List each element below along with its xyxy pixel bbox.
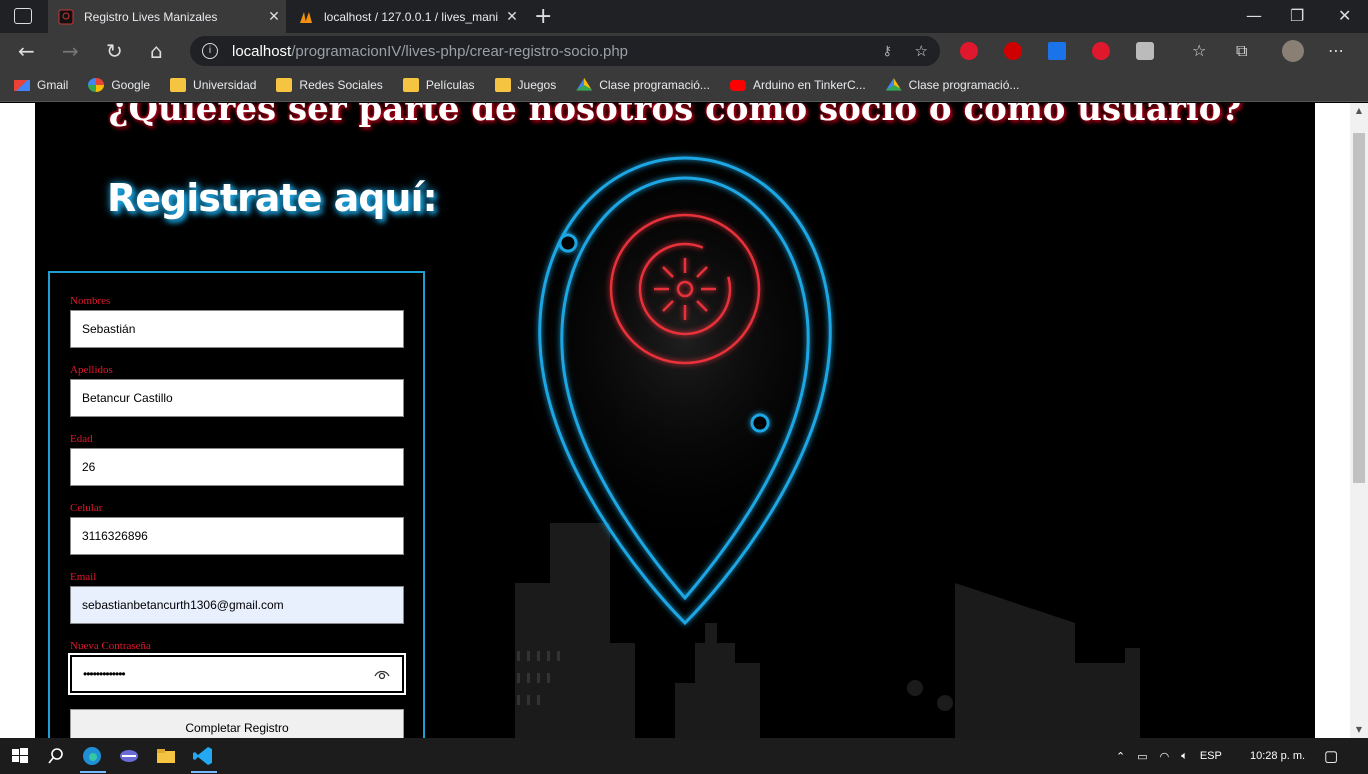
collections-icon[interactable]: ⧉ — [1236, 39, 1247, 63]
apellidos-label: Apellidos — [70, 364, 113, 376]
favorite-star-icon[interactable]: ☆ — [915, 42, 928, 60]
bookmark-extension-icon[interactable] — [1048, 42, 1066, 60]
favorites-icon[interactable]: ☆ — [1192, 39, 1206, 63]
address-bar[interactable]: i localhost/programacionIV/lives-php/cre… — [190, 36, 940, 66]
bookmark-gmail[interactable]: Gmail — [14, 78, 68, 92]
show-password-icon[interactable] — [374, 668, 390, 682]
tab-actions-icon[interactable] — [14, 8, 32, 24]
email-label: Email — [70, 571, 97, 583]
minimize-icon[interactable]: — — [1246, 6, 1262, 25]
avatar[interactable] — [1282, 40, 1304, 62]
url-host: localhost — [232, 42, 292, 60]
reload-icon[interactable]: ↻ — [106, 39, 123, 63]
windows-taskbar: ⌃ ▭ ◠ 🔈︎ ESP 10:28 p. m. ▢ — [0, 738, 1368, 774]
youtube-icon — [729, 79, 746, 91]
edge-icon[interactable] — [80, 744, 104, 768]
bookmark-arduino[interactable]: Arduino en TinkerC... — [729, 78, 866, 92]
submit-button[interactable]: Completar Registro — [70, 709, 404, 738]
registration-form: Nombres Sebastián Apellidos Betancur Cas… — [48, 271, 425, 738]
language-indicator[interactable]: ESP — [1200, 750, 1222, 762]
edad-field[interactable]: 26 — [70, 448, 404, 486]
nombres-label: Nombres — [70, 295, 111, 307]
drive-icon — [885, 78, 902, 91]
bookmarks-bar: Gmail Google Universidad Redes Sociales … — [0, 69, 1368, 102]
celular-field[interactable]: 3116326896 — [70, 517, 404, 555]
folder-icon — [494, 78, 511, 92]
page-headline: ¿Quieres ser parte de nosotros como soci… — [108, 103, 1242, 129]
page-viewport: ¿Quieres ser parte de nosotros como soci… — [0, 103, 1368, 738]
vscode-icon[interactable] — [191, 744, 215, 768]
password-value: ••••••••••••• — [83, 667, 126, 681]
registration-stage: ¿Quieres ser parte de nosotros como soci… — [35, 103, 1315, 738]
back-icon[interactable]: ← — [18, 39, 35, 63]
url-path: /programacionIV/lives-php/crear-registro… — [291, 42, 629, 60]
bookmark-clase-programacion-2[interactable]: Clase programació... — [885, 78, 1019, 92]
vertical-scrollbar[interactable]: ▲ ▼ — [1350, 103, 1368, 738]
extension-gray-icon[interactable] — [1136, 42, 1154, 60]
nombres-field[interactable]: Sebastián — [70, 310, 404, 348]
bookmark-universidad[interactable]: Universidad — [170, 78, 256, 92]
info-icon[interactable]: i — [202, 43, 218, 59]
extension-shield-icon[interactable] — [960, 42, 978, 60]
adblock-icon[interactable] — [1092, 42, 1110, 60]
windows-start-icon[interactable] — [8, 744, 32, 768]
key-icon[interactable]: ⚷ — [882, 43, 892, 59]
chevron-up-icon[interactable]: ⌃ — [1116, 750, 1125, 763]
new-tab-icon[interactable]: + — [534, 4, 552, 29]
close-icon[interactable]: ✕ — [500, 8, 524, 25]
neon-location-illustration — [495, 143, 1140, 738]
tab-title: localhost / 127.0.0.1 / lives_mani — [324, 9, 499, 24]
wifi-icon[interactable]: ◠ — [1160, 750, 1170, 763]
volume-icon[interactable]: 🔈︎ — [1181, 750, 1188, 763]
gmail-icon — [14, 79, 30, 91]
close-window-icon[interactable]: ✕ — [1338, 6, 1351, 25]
forward-icon[interactable]: → — [62, 39, 79, 63]
bookmark-clase-programacion-1[interactable]: Clase programació... — [576, 78, 710, 92]
scroll-up-icon[interactable]: ▲ — [1354, 106, 1364, 115]
edad-label: Edad — [70, 433, 93, 445]
google-icon — [88, 78, 105, 92]
email-field[interactable]: sebastianbetancurth1306@gmail.com — [70, 586, 404, 624]
password-field[interactable]: ••••••••••••• — [68, 653, 406, 695]
home-icon[interactable]: ⌂ — [150, 39, 163, 63]
scroll-down-icon[interactable]: ▼ — [1354, 725, 1364, 734]
bookmark-google[interactable]: Google — [88, 78, 150, 92]
maximize-icon[interactable]: ❐ — [1290, 6, 1304, 25]
celular-label: Celular — [70, 502, 103, 514]
file-explorer-icon[interactable] — [154, 744, 178, 768]
phpmyadmin-icon — [298, 9, 314, 25]
battery-icon[interactable]: ▭ — [1137, 750, 1147, 763]
extension-red-icon[interactable] — [1004, 42, 1022, 60]
browser-navbar: ← → ↻ ⌂ i localhost/programacionIV/lives… — [0, 33, 1368, 69]
clock[interactable]: 10:28 p. m. — [1250, 750, 1305, 762]
bookmark-redes-sociales[interactable]: Redes Sociales — [276, 78, 383, 92]
bookmark-peliculas[interactable]: Películas — [402, 78, 475, 92]
folder-icon — [402, 78, 419, 92]
more-menu-icon[interactable]: ⋯ — [1328, 39, 1344, 63]
tab-title: Registro Lives Manizales — [84, 9, 218, 24]
site-favicon-icon — [58, 9, 74, 25]
scrollbar-thumb[interactable] — [1353, 133, 1365, 483]
page-subhead: Registrate aquí: — [107, 176, 438, 220]
close-icon[interactable]: ✕ — [262, 8, 286, 25]
app-icon[interactable] — [117, 744, 141, 768]
notifications-icon[interactable]: ▢ — [1324, 747, 1338, 765]
folder-icon — [170, 78, 187, 92]
folder-icon — [276, 78, 293, 92]
bookmark-juegos[interactable]: Juegos — [494, 78, 556, 92]
search-icon[interactable] — [44, 744, 68, 768]
browser-tabbar: Registro Lives Manizales ✕ localhost / 1… — [0, 0, 1368, 33]
password-label: Nueva Contraseña — [70, 640, 151, 652]
tab-registro[interactable]: Registro Lives Manizales ✕ — [48, 0, 286, 33]
drive-icon — [576, 78, 593, 91]
apellidos-field[interactable]: Betancur Castillo — [70, 379, 404, 417]
tab-phpmyadmin[interactable]: localhost / 127.0.0.1 / lives_mani ✕ — [288, 0, 524, 33]
